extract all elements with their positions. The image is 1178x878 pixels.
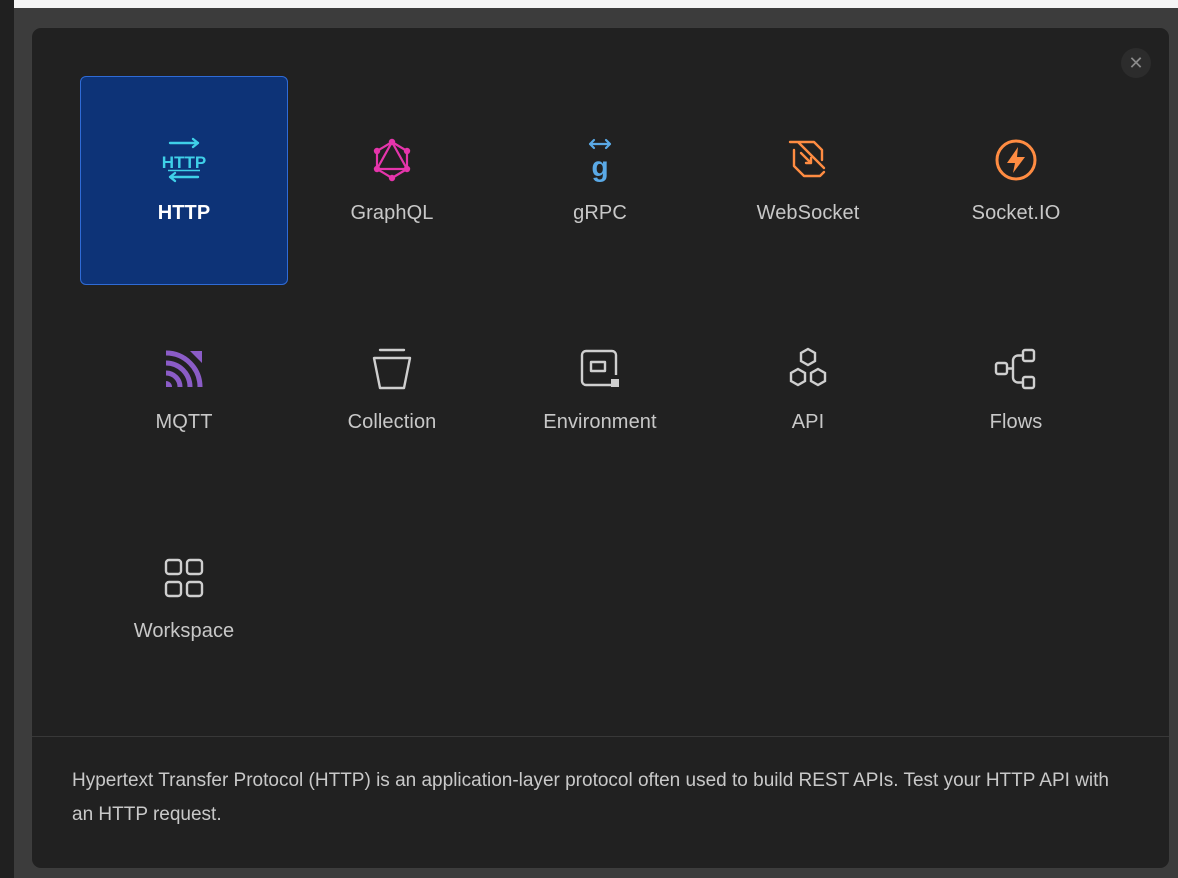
tile-websocket-label: WebSocket <box>756 202 860 224</box>
tile-http[interactable]: HTTP HTTP <box>80 76 288 285</box>
tile-websocket[interactable]: WebSocket <box>704 76 912 285</box>
tile-environment[interactable]: Environment <box>496 285 704 494</box>
graphql-icon <box>368 136 416 184</box>
api-icon <box>784 345 832 393</box>
tile-mqtt-label: MQTT <box>155 411 213 433</box>
socketio-icon <box>992 136 1040 184</box>
footer-divider <box>32 736 1169 737</box>
tile-api-label: API <box>791 411 825 433</box>
tile-api[interactable]: API <box>704 285 912 494</box>
tile-graphql[interactable]: GraphQL <box>288 76 496 285</box>
svg-text:HTTP: HTTP <box>162 153 206 172</box>
backdrop-left-strip <box>0 0 14 878</box>
environment-icon <box>576 345 624 393</box>
grpc-icon: g <box>576 136 624 184</box>
tile-socketio[interactable]: Socket.IO <box>912 76 1120 285</box>
tile-collection-label: Collection <box>347 411 437 433</box>
mqtt-icon <box>160 345 208 393</box>
close-button[interactable]: ✕ <box>1121 48 1151 78</box>
tile-workspace[interactable]: Workspace <box>80 494 288 703</box>
tile-grpc[interactable]: g gRPC <box>496 76 704 285</box>
backdrop-top-strip <box>0 0 1178 8</box>
workspace-icon <box>160 554 208 602</box>
http-icon: HTTP <box>160 136 208 184</box>
tile-http-label: HTTP <box>157 202 211 224</box>
tile-collection[interactable]: Collection <box>288 285 496 494</box>
svg-text:g: g <box>591 151 608 182</box>
tile-grpc-label: gRPC <box>573 202 627 224</box>
websocket-icon <box>784 136 832 184</box>
tile-mqtt[interactable]: MQTT <box>80 285 288 494</box>
tile-environment-label: Environment <box>543 411 657 433</box>
close-icon: ✕ <box>1128 53 1144 73</box>
type-description: Hypertext Transfer Protocol (HTTP) is an… <box>72 770 1110 825</box>
tile-flows-label: Flows <box>989 411 1043 433</box>
create-new-modal: ✕ HTTP HTTP GraphQL g gRPC WebSocket Soc… <box>31 27 1170 869</box>
type-grid: HTTP HTTP GraphQL g gRPC WebSocket Socke… <box>80 76 1120 703</box>
collection-icon <box>368 345 416 393</box>
tile-graphql-label: GraphQL <box>350 202 434 224</box>
tile-workspace-label: Workspace <box>133 620 235 642</box>
tile-socketio-label: Socket.IO <box>971 202 1061 224</box>
flows-icon <box>992 345 1040 393</box>
tile-flows[interactable]: Flows <box>912 285 1120 494</box>
